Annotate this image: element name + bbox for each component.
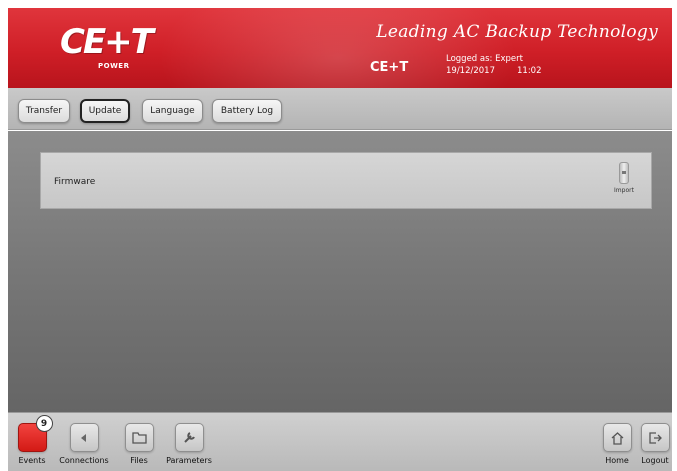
- events-badge: 9: [35, 415, 53, 432]
- events-icon: 9: [17, 415, 53, 452]
- brand-name: CE+T: [370, 60, 409, 75]
- logo-mark: CE+T: [60, 22, 154, 62]
- logged-as-text: Logged as: Expert: [446, 54, 523, 64]
- toolbar: Transfer Update Language Battery Log: [8, 88, 672, 130]
- nav-logout-label: Logout: [641, 456, 669, 465]
- import-label: Import: [614, 187, 634, 194]
- firmware-row: Firmware Import: [40, 152, 652, 209]
- logo-subtext: POWER: [98, 62, 130, 70]
- nav-parameters[interactable]: Parameters: [162, 423, 216, 465]
- tab-battery-log[interactable]: Battery Log: [212, 99, 282, 123]
- nav-logout[interactable]: Logout: [634, 423, 672, 465]
- usb-stick-icon: [619, 162, 629, 184]
- nav-events-label: Events: [18, 456, 46, 465]
- firmware-label: Firmware: [54, 177, 96, 187]
- home-icon: [602, 423, 632, 452]
- app-window: CE+T POWER Leading AC Backup Technology …: [8, 8, 672, 471]
- nav-connections-label: Connections: [59, 456, 109, 465]
- tab-language[interactable]: Language: [142, 99, 203, 123]
- tab-update[interactable]: Update: [80, 99, 130, 123]
- connections-icon: [69, 423, 99, 452]
- cet-logo: CE+T POWER: [60, 22, 154, 72]
- login-info: Logged as: Expert 19/12/2017 11:02: [446, 53, 542, 77]
- nav-parameters-label: Parameters: [166, 456, 212, 465]
- bottom-nav: 9 Events Connections Files Parameters Ho…: [8, 412, 672, 471]
- import-button[interactable]: Import: [611, 162, 637, 198]
- nav-events[interactable]: 9 Events: [8, 415, 59, 465]
- folder-icon: [124, 423, 154, 452]
- header: CE+T POWER Leading AC Backup Technology …: [8, 8, 672, 88]
- tab-transfer[interactable]: Transfer: [18, 99, 70, 123]
- time-text: 11:02: [517, 66, 542, 76]
- nav-files-label: Files: [130, 456, 148, 465]
- date-text: 19/12/2017: [446, 66, 495, 76]
- logout-icon: [640, 423, 670, 452]
- wrench-icon: [174, 423, 204, 452]
- tagline: Leading AC Backup Technology: [376, 22, 658, 42]
- main-content: Firmware Import: [8, 131, 672, 412]
- nav-connections[interactable]: Connections: [57, 423, 111, 465]
- nav-files[interactable]: Files: [112, 423, 166, 465]
